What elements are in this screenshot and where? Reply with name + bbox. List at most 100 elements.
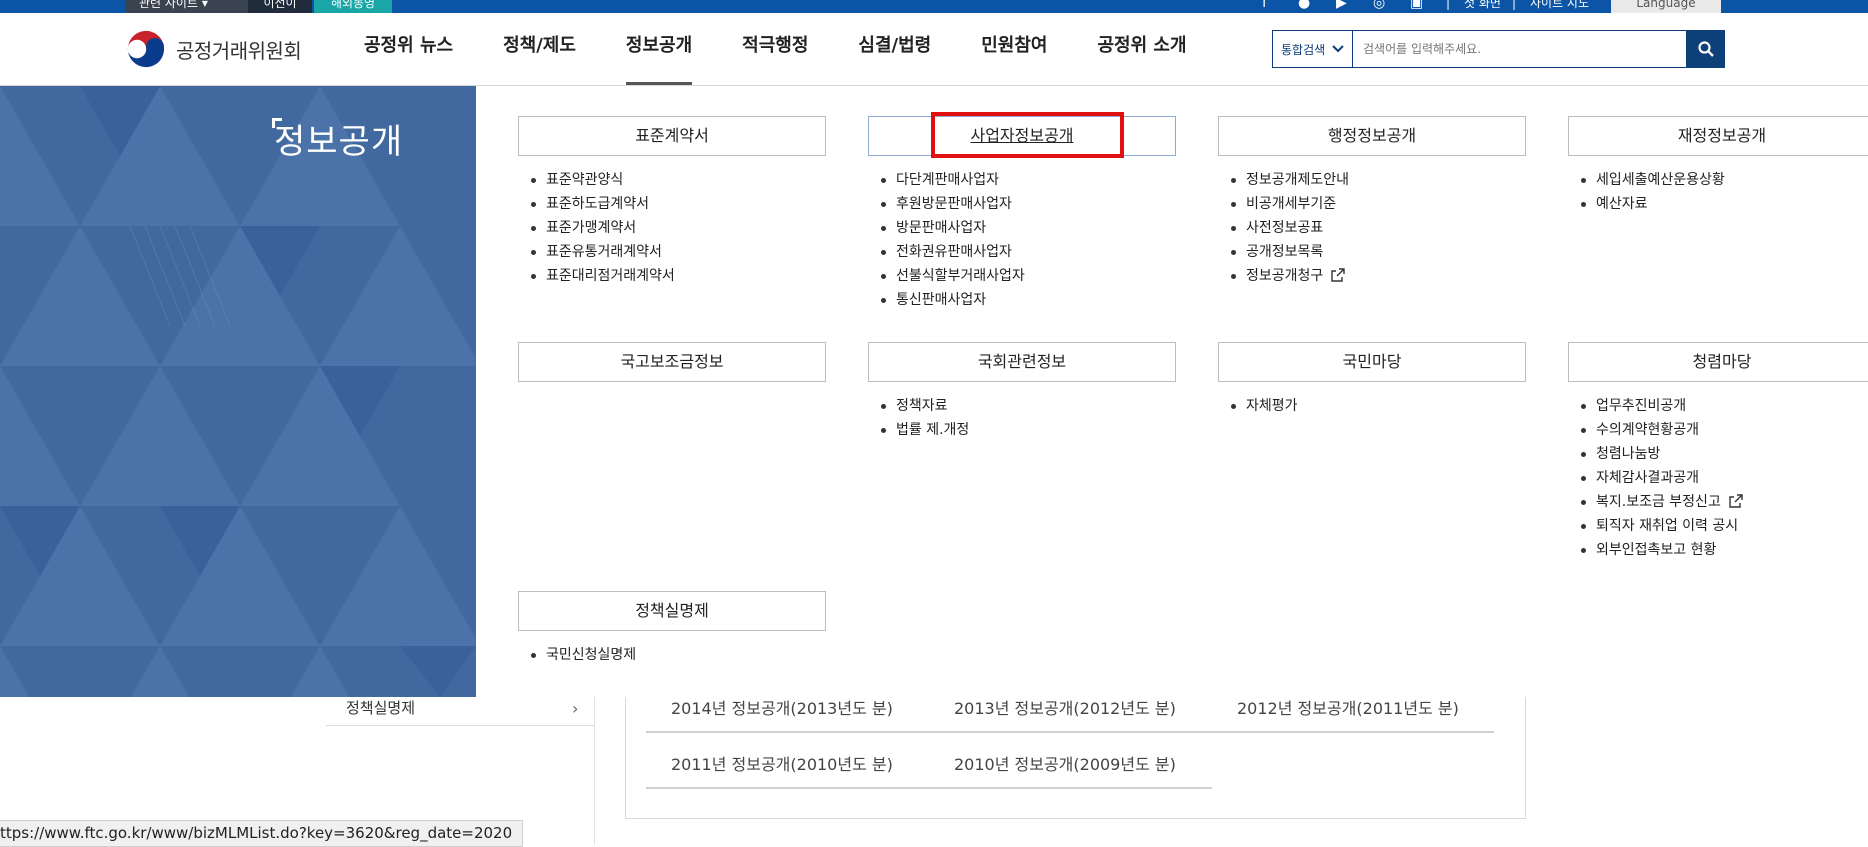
search-button[interactable] — [1686, 30, 1725, 68]
menu-item[interactable]: 방문판매사업자 — [881, 216, 1176, 240]
facebook-icon[interactable]: f — [1262, 0, 1267, 11]
lang-link-2[interactable]: 해외동영 — [314, 0, 392, 13]
category-list: 정책자료 법률 제.개정 — [868, 394, 1176, 442]
menu-item[interactable]: 자체평가 — [1231, 394, 1526, 418]
menu-item[interactable]: 법률 제.개정 — [881, 418, 1176, 442]
mega-menu-side-panel: 정보공개 — [0, 86, 476, 697]
taegeuk-logo-icon — [125, 28, 167, 70]
year-link-2013[interactable]: 2013년 정보공개(2012년도 분) — [954, 695, 1176, 719]
gnb-about[interactable]: 공정위 소개 — [1097, 13, 1186, 85]
menu-item[interactable]: 공개정보목록 — [1231, 240, 1526, 264]
category-list: 국민신청실명제 — [518, 643, 826, 667]
menu-item[interactable]: 표준하도급계약서 — [531, 192, 826, 216]
menu-item[interactable]: 수의계약현황공개 — [1581, 418, 1868, 442]
divider — [646, 787, 1212, 789]
util-divider: | — [1446, 0, 1451, 10]
gnb-decisions-laws[interactable]: 심결/법령 — [858, 13, 931, 85]
divider — [646, 731, 1494, 733]
category-admin-info: 행정정보공개 정보공개제도안내 비공개세부기준 사전정보공표 공개정보목록 정보… — [1218, 116, 1526, 288]
menu-item-label: 복지.보조금 부정신고 — [1596, 494, 1721, 510]
search-scope-select[interactable]: 통합검색 — [1273, 31, 1353, 67]
category-title[interactable]: 행정정보공개 — [1218, 116, 1526, 156]
search-icon — [1697, 41, 1714, 57]
menu-item[interactable]: 다단계판매사업자 — [881, 168, 1176, 192]
menu-item[interactable]: 예산자료 — [1581, 192, 1868, 216]
menu-item[interactable]: 표준가맹계약서 — [531, 216, 826, 240]
twitter-icon[interactable]: ● — [1298, 0, 1310, 11]
menu-item-external[interactable]: 정보공개청구 — [1231, 264, 1526, 288]
category-title[interactable]: 국민마당 — [1218, 342, 1526, 382]
blog-icon[interactable]: ▣ — [1410, 0, 1423, 11]
home-link[interactable]: 첫 화면 — [1464, 0, 1501, 12]
menu-item[interactable]: 전화권유판매사업자 — [881, 240, 1176, 264]
util-divider: | — [1512, 0, 1517, 10]
category-list: 다단계판매사업자 후원방문판매사업자 방문판매사업자 전화권유판매사업자 선불식… — [868, 168, 1176, 312]
menu-item-external[interactable]: 복지.보조금 부정신고 — [1581, 490, 1868, 514]
category-title[interactable]: 국고보조금정보 — [518, 342, 826, 382]
menu-item[interactable]: 국민신청실명제 — [531, 643, 826, 667]
menu-item[interactable]: 표준유통거래계약서 — [531, 240, 826, 264]
lnb-item-policy-real-name[interactable]: 정책실명제 › — [326, 697, 594, 726]
year-link-2014[interactable]: 2014년 정보공개(2013년도 분) — [671, 695, 893, 719]
category-list: 표준약관양식 표준하도급계약서 표준가맹계약서 표준유통거래계약서 표준대리점거… — [518, 168, 826, 288]
category-list: 자체평가 — [1218, 394, 1526, 418]
logo-text: 공정거래위원회 — [176, 38, 302, 63]
status-bar-url: ttps://www.ftc.go.kr/www/bizMLMList.do?k… — [0, 820, 524, 847]
year-link-2010[interactable]: 2010년 정보공개(2009년도 분) — [954, 751, 1176, 775]
gnb-civil-complaints[interactable]: 민원참여 — [981, 13, 1047, 85]
menu-item[interactable]: 퇴직자 재취업 이력 공시 — [1581, 514, 1868, 538]
search-bar: 통합검색 — [1272, 30, 1725, 68]
external-link-icon — [1331, 268, 1345, 282]
youtube-icon[interactable]: ▶ — [1336, 0, 1347, 11]
category-title[interactable]: 국회관련정보 — [868, 342, 1176, 382]
lnb-item-label: 정책실명제 — [346, 699, 416, 717]
chevron-right-icon: › — [572, 699, 579, 718]
menu-item-label: 정보공개청구 — [1246, 268, 1324, 284]
top-utility-bar: 관련 사이트 ▾ 이전이 해외동영 f ● ▶ ◎ ▣ | 첫 화면 | 사이트… — [0, 0, 1868, 13]
external-link-icon — [1729, 494, 1743, 508]
search-input[interactable] — [1353, 31, 1686, 67]
menu-item[interactable]: 통신판매사업자 — [881, 288, 1176, 312]
menu-item[interactable]: 표준약관양식 — [531, 168, 826, 192]
mega-menu: 정보공개 표준계약서 표준약관양식 표준하도급계약서 표준가맹계약서 표준유통거… — [0, 86, 1868, 697]
category-integrity-square: 청렴마당 업무추진비공개 수의계약현황공개 청렴나눔방 자체감사결과공개 복지.… — [1568, 342, 1868, 562]
menu-item[interactable]: 선불식할부거래사업자 — [881, 264, 1176, 288]
menu-item[interactable]: 사전정보공표 — [1231, 216, 1526, 240]
lang-link-1[interactable]: 이전이 — [248, 0, 312, 13]
menu-item[interactable]: 후원방문판매사업자 — [881, 192, 1176, 216]
triangle-pattern-background — [0, 86, 476, 697]
menu-item[interactable]: 비공개세부기준 — [1231, 192, 1526, 216]
menu-item[interactable]: 세입세출예산운용상황 — [1581, 168, 1868, 192]
category-list: 정보공개제도안내 비공개세부기준 사전정보공표 공개정보목록 정보공개청구 — [1218, 168, 1526, 288]
menu-item[interactable]: 업무추진비공개 — [1581, 394, 1868, 418]
menu-item[interactable]: 정보공개제도안내 — [1231, 168, 1526, 192]
mega-menu-title: 정보공개 — [274, 122, 404, 162]
family-site-label: 관련 사이트 — [139, 0, 199, 10]
site-logo[interactable]: 공정거래위원회 — [124, 27, 302, 71]
category-finance-info: 재정정보공개 세입세출예산운용상황 예산자료 — [1568, 116, 1868, 216]
category-title[interactable]: 정책실명제 — [518, 591, 826, 631]
menu-item[interactable]: 표준대리점거래계약서 — [531, 264, 826, 288]
sitemap-link[interactable]: 사이트 지도 — [1530, 0, 1589, 12]
menu-item[interactable]: 청렴나눔방 — [1581, 442, 1868, 466]
gnb-active-admin[interactable]: 적극행정 — [742, 13, 808, 85]
instagram-icon[interactable]: ◎ — [1373, 0, 1385, 11]
year-link-2011[interactable]: 2011년 정보공개(2010년도 분) — [671, 751, 893, 775]
gnb-policy[interactable]: 정책/제도 — [503, 13, 576, 85]
category-list: 업무추진비공개 수의계약현황공개 청렴나눔방 자체감사결과공개 복지.보조금 부… — [1568, 394, 1868, 562]
site-header: 공정거래위원회 공정위 뉴스 정책/제도 정보공개 적극행정 심결/법령 민원참… — [0, 13, 1868, 86]
gnb-news[interactable]: 공정위 뉴스 — [364, 13, 453, 85]
category-title[interactable]: 재정정보공개 — [1568, 116, 1868, 156]
language-select[interactable]: Language — [1611, 0, 1721, 13]
category-list: 세입세출예산운용상황 예산자료 — [1568, 168, 1868, 216]
category-citizen-square: 국민마당 자체평가 — [1218, 342, 1526, 418]
search-scope-value: 통합검색 — [1281, 42, 1325, 57]
category-assembly-info: 국회관련정보 정책자료 법률 제.개정 — [868, 342, 1176, 442]
gnb-info-disclosure[interactable]: 정보공개 — [625, 13, 693, 85]
menu-item[interactable]: 외부인접촉보고 현황 — [1581, 538, 1868, 562]
menu-item[interactable]: 자체감사결과공개 — [1581, 466, 1868, 490]
year-link-2012[interactable]: 2012년 정보공개(2011년도 분) — [1237, 695, 1459, 719]
category-title[interactable]: 표준계약서 — [518, 116, 826, 156]
menu-item[interactable]: 정책자료 — [881, 394, 1176, 418]
category-title[interactable]: 청렴마당 — [1568, 342, 1868, 382]
